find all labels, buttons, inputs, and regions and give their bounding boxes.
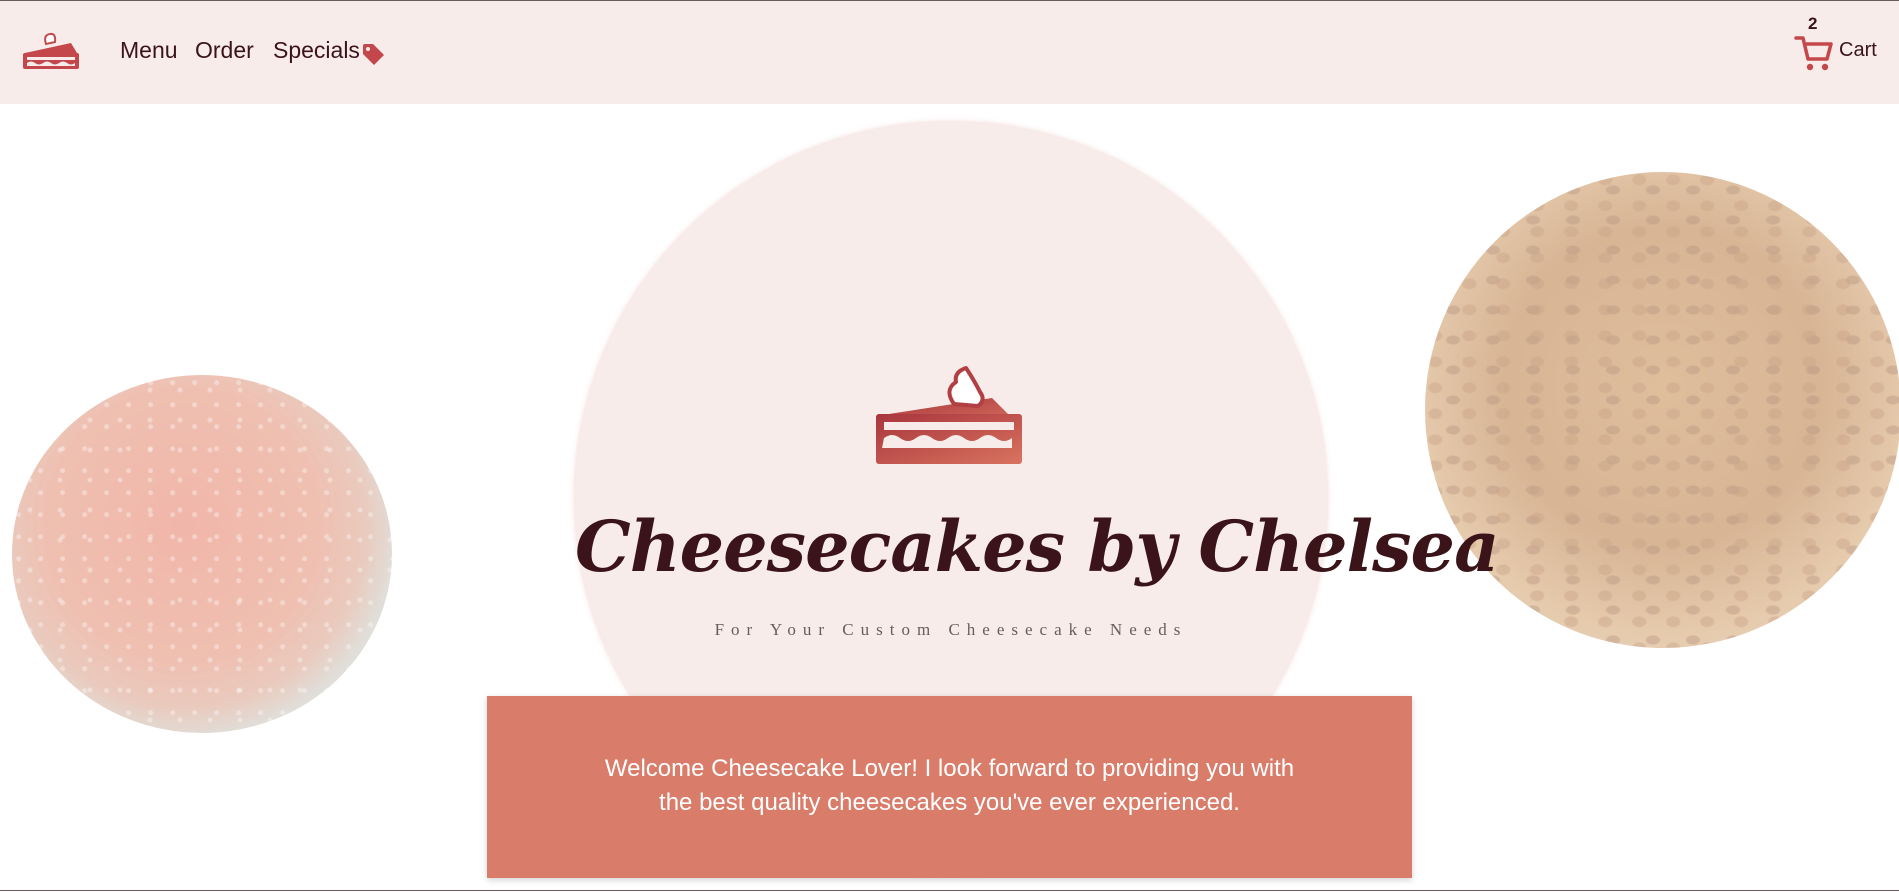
nav-link-menu[interactable]: Menu	[120, 37, 178, 64]
cart-count-badge: 2	[1808, 14, 1818, 33]
welcome-line-2: the best quality cheesecakes you've ever…	[659, 789, 1240, 816]
nav-link-order[interactable]: Order	[195, 37, 254, 64]
cheesecake-photo-left	[12, 375, 392, 733]
tag-icon[interactable]	[361, 42, 385, 66]
nav-link-specials[interactable]: Specials	[273, 37, 360, 64]
hero-title: Cheesecakes by Chelsea	[575, 505, 1499, 588]
welcome-line-1: Welcome Cheesecake Lover! I look forward…	[604, 755, 1295, 782]
logo-cheesecake-slice-icon[interactable]	[19, 27, 81, 73]
navbar: Menu Order Specials 2 Cart	[0, 1, 1899, 104]
bottom-border	[0, 890, 1899, 891]
welcome-message: Welcome Cheesecake Lover! I look forward…	[487, 752, 1412, 820]
hero-subtitle: For Your Custom Cheesecake Needs	[714, 620, 1188, 639]
cart-label[interactable]: Cart	[1839, 39, 1877, 62]
cart-icon[interactable]	[1794, 33, 1834, 73]
cheesecake-slice-icon	[876, 366, 1022, 464]
